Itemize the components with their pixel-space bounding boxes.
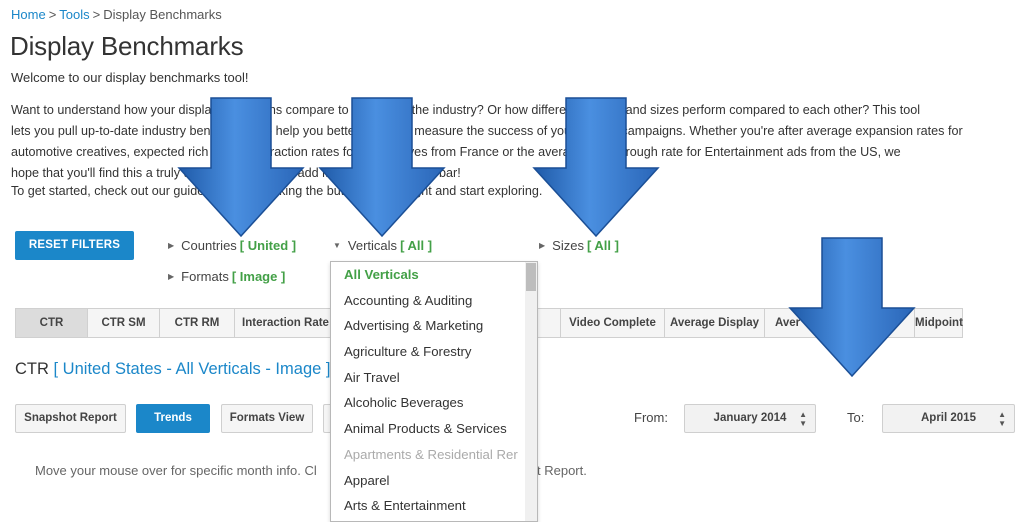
triangle-down-icon: ▼: [333, 241, 341, 250]
tab-midpoint[interactable]: Midpoint: [915, 308, 963, 338]
breadcrumb-home-link[interactable]: Home: [11, 7, 46, 22]
dropdown-option[interactable]: Air Travel: [331, 365, 526, 391]
welcome-text: Welcome to our display benchmarks tool!: [11, 70, 249, 85]
reset-filters-button[interactable]: RESET FILTERS: [15, 231, 134, 260]
page-title: Display Benchmarks: [10, 31, 244, 61]
intro-line: Want to understand how your display camp…: [11, 103, 921, 117]
verticals-dropdown-list[interactable]: All Verticals Accounting & Auditing Adve…: [330, 261, 538, 522]
verticals-filter-value: [ All ]: [400, 238, 433, 253]
dropdown-option[interactable]: All Verticals: [331, 262, 526, 288]
sizes-filter-label: Sizes: [552, 238, 584, 253]
dropdown-option[interactable]: Accounting & Auditing: [331, 288, 526, 314]
tab-interaction-rate[interactable]: Interaction Rate: [235, 308, 337, 338]
to-month-value: April 2015: [921, 412, 976, 424]
triangle-right-icon: ▶: [168, 272, 175, 281]
triangle-right-icon: ▶: [539, 241, 546, 250]
report-title: CTR [ United States - All Verticals - Im…: [15, 360, 330, 379]
formats-filter-label: Formats: [181, 269, 229, 284]
intro-line: hope that you'll find this a truly usefu…: [11, 166, 461, 180]
dropdown-option[interactable]: Apparel: [331, 468, 526, 494]
breadcrumb-separator: >: [48, 7, 57, 22]
tab-ctr-sm[interactable]: CTR SM: [88, 308, 160, 338]
dropdown-scrollbar[interactable]: [525, 262, 537, 521]
to-label: To:: [847, 410, 865, 425]
tab-video-complete[interactable]: Video Complete: [561, 308, 665, 338]
sizes-filter-value: [ All ]: [586, 238, 619, 253]
tab-ctr-rm[interactable]: CTR RM: [160, 308, 235, 338]
countries-filter-label: Countries: [181, 238, 237, 253]
dropdown-option[interactable]: Advertising & Marketing: [331, 313, 526, 339]
up-down-arrows-icon: ▲ ▼: [799, 409, 807, 428]
dropdown-option[interactable]: Animal Products & Services: [331, 416, 526, 442]
breadcrumb-tools-link[interactable]: Tools: [59, 7, 89, 22]
annotation-down-arrow-icon: [532, 97, 660, 238]
tab-ctr[interactable]: CTR: [15, 308, 88, 338]
dropdown-option[interactable]: Alcoholic Beverages: [331, 390, 526, 416]
dropdown-option[interactable]: Apartments & Residential Rer: [331, 442, 526, 468]
intro-line: lets you pull up-to-date industry benchm…: [11, 124, 963, 138]
breadcrumb-current: Display Benchmarks: [103, 7, 222, 22]
breadcrumb-separator: >: [92, 7, 101, 22]
dropdown-scrollbar-thumb[interactable]: [526, 263, 536, 291]
sizes-filter[interactable]: ▶ Sizes[ All ]: [539, 238, 619, 253]
dropdown-option[interactable]: Arts & Entertainment: [331, 493, 526, 519]
triangle-right-icon: ▶: [168, 241, 175, 250]
countries-filter-value: [ United ]: [239, 238, 297, 253]
countries-filter[interactable]: ▶ Countries[ United ]: [168, 238, 296, 253]
report-title-prefix: CTR: [15, 360, 49, 378]
formats-filter[interactable]: ▶ Formats[ Image ]: [168, 269, 285, 284]
dropdown-option[interactable]: Agriculture & Forestry: [331, 339, 526, 365]
verticals-filter[interactable]: ▼ Verticals[ All ]: [333, 238, 432, 253]
annotation-down-arrow-icon: [788, 237, 916, 378]
to-month-select[interactable]: April 2015 ▲ ▼: [882, 404, 1015, 433]
intro-paragraph: Want to understand how your display camp…: [11, 100, 1021, 184]
tab-average-display[interactable]: Average Display: [665, 308, 765, 338]
chart-hint-right: t Report.: [537, 463, 587, 478]
annotation-down-arrow-icon: [177, 97, 305, 238]
trends-button[interactable]: Trends: [136, 404, 210, 433]
intro-line: automotive creatives, expected rich medi…: [11, 145, 901, 159]
up-down-arrows-icon: ▲ ▼: [998, 409, 1006, 428]
chart-hint-left: Move your mouse over for specific month …: [35, 463, 317, 478]
verticals-filter-label: Verticals: [347, 238, 398, 253]
breadcrumb: Home > Tools > Display Benchmarks: [11, 7, 222, 22]
from-month-value: January 2014: [713, 412, 787, 424]
snapshot-report-button[interactable]: Snapshot Report: [15, 404, 126, 433]
formats-filter-value: [ Image ]: [231, 269, 286, 284]
from-label: From:: [634, 410, 668, 425]
formats-view-button[interactable]: Formats View: [221, 404, 313, 433]
annotation-down-arrow-icon: [318, 97, 446, 238]
report-title-filters-link[interactable]: [ United States - All Verticals - Image …: [54, 360, 331, 378]
from-month-select[interactable]: January 2014 ▲ ▼: [684, 404, 816, 433]
